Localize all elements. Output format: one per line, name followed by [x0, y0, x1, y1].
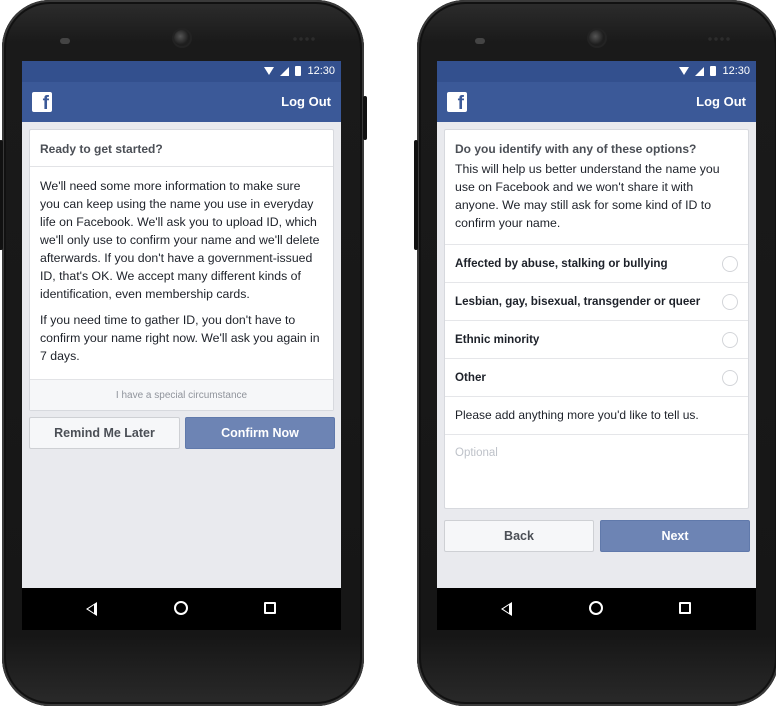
identity-options-card: Do you identify with any of these option… — [444, 129, 749, 509]
screen-right: 12:30 f Log Out Do you identify with any… — [437, 61, 756, 630]
battery-icon — [295, 66, 302, 76]
status-bar: 12:30 — [437, 61, 756, 82]
facebook-logo-icon[interactable]: f — [447, 92, 467, 112]
front-camera — [589, 30, 605, 46]
logout-button[interactable]: Log Out — [281, 94, 331, 109]
card-body: We'll need some more information to make… — [30, 167, 333, 379]
power-button — [363, 96, 367, 140]
option-row-ethnic-minority[interactable]: Ethnic minority — [445, 320, 748, 358]
home-icon[interactable] — [589, 601, 603, 615]
phone-right: 12:30 f Log Out Do you identify with any… — [414, 0, 776, 706]
question-block: Do you identify with any of these option… — [445, 130, 748, 244]
radio-button[interactable] — [722, 370, 738, 386]
radio-button[interactable] — [722, 256, 738, 272]
optional-textarea[interactable]: Optional — [445, 434, 748, 508]
volume-button — [0, 140, 3, 250]
option-label: Lesbian, gay, bisexual, transgender or q… — [455, 295, 701, 308]
question-title: Do you identify with any of these option… — [455, 142, 697, 156]
option-label: Ethnic minority — [455, 333, 540, 346]
back-button[interactable]: Back — [444, 520, 594, 552]
sensor-dot — [475, 38, 485, 44]
app-header: f Log Out — [437, 82, 756, 122]
option-row-abuse[interactable]: Affected by abuse, stalking or bullying — [445, 244, 748, 282]
speaker-grille — [707, 36, 731, 42]
radio-button[interactable] — [722, 294, 738, 310]
speaker-grille — [292, 36, 316, 42]
recent-apps-icon[interactable] — [679, 602, 691, 614]
battery-icon — [710, 66, 717, 76]
back-icon[interactable] — [86, 602, 97, 616]
more-info-label: Please add anything more you'd like to t… — [455, 408, 699, 422]
status-time: 12:30 — [722, 65, 750, 77]
screen-left: 12:30 f Log Out Ready to get started? We… — [22, 61, 341, 630]
volume-button — [414, 140, 418, 250]
phone-left: 12:30 f Log Out Ready to get started? We… — [0, 0, 367, 706]
option-label: Affected by abuse, stalking or bullying — [455, 257, 668, 270]
status-bar: 12:30 — [22, 61, 341, 82]
logout-button[interactable]: Log Out — [696, 94, 746, 109]
recent-apps-icon[interactable] — [264, 602, 276, 614]
info-paragraph: We'll need some more information to make… — [40, 179, 320, 301]
status-time: 12:30 — [307, 65, 335, 77]
option-row-lgbtq[interactable]: Lesbian, gay, bisexual, transgender or q… — [445, 282, 748, 320]
info-paragraph-2: If you need time to gather ID, you don't… — [40, 313, 320, 363]
radio-button[interactable] — [722, 332, 738, 348]
more-info-prompt: Please add anything more you'd like to t… — [445, 396, 748, 434]
question-description: This will help us better understand the … — [455, 162, 720, 230]
wifi-icon — [264, 67, 275, 75]
next-button[interactable]: Next — [600, 520, 750, 552]
sensor-dot — [60, 38, 70, 44]
special-circumstance-link[interactable]: I have a special circumstance — [30, 379, 333, 410]
facebook-logo-icon[interactable]: f — [32, 92, 52, 112]
app-header: f Log Out — [22, 82, 341, 122]
front-camera — [174, 30, 190, 46]
option-row-other[interactable]: Other — [445, 358, 748, 396]
confirm-now-button[interactable]: Confirm Now — [185, 417, 335, 449]
get-started-card: Ready to get started? We'll need some mo… — [29, 129, 334, 411]
card-title: Ready to get started? — [30, 130, 333, 167]
android-nav-bar — [22, 588, 341, 630]
back-icon[interactable] — [501, 602, 512, 616]
remind-me-later-button[interactable]: Remind Me Later — [29, 417, 180, 449]
android-nav-bar — [437, 588, 756, 630]
signal-icon — [280, 66, 290, 76]
home-icon[interactable] — [174, 601, 188, 615]
option-label: Other — [455, 371, 486, 384]
wifi-icon — [679, 67, 690, 75]
signal-icon — [695, 66, 705, 76]
